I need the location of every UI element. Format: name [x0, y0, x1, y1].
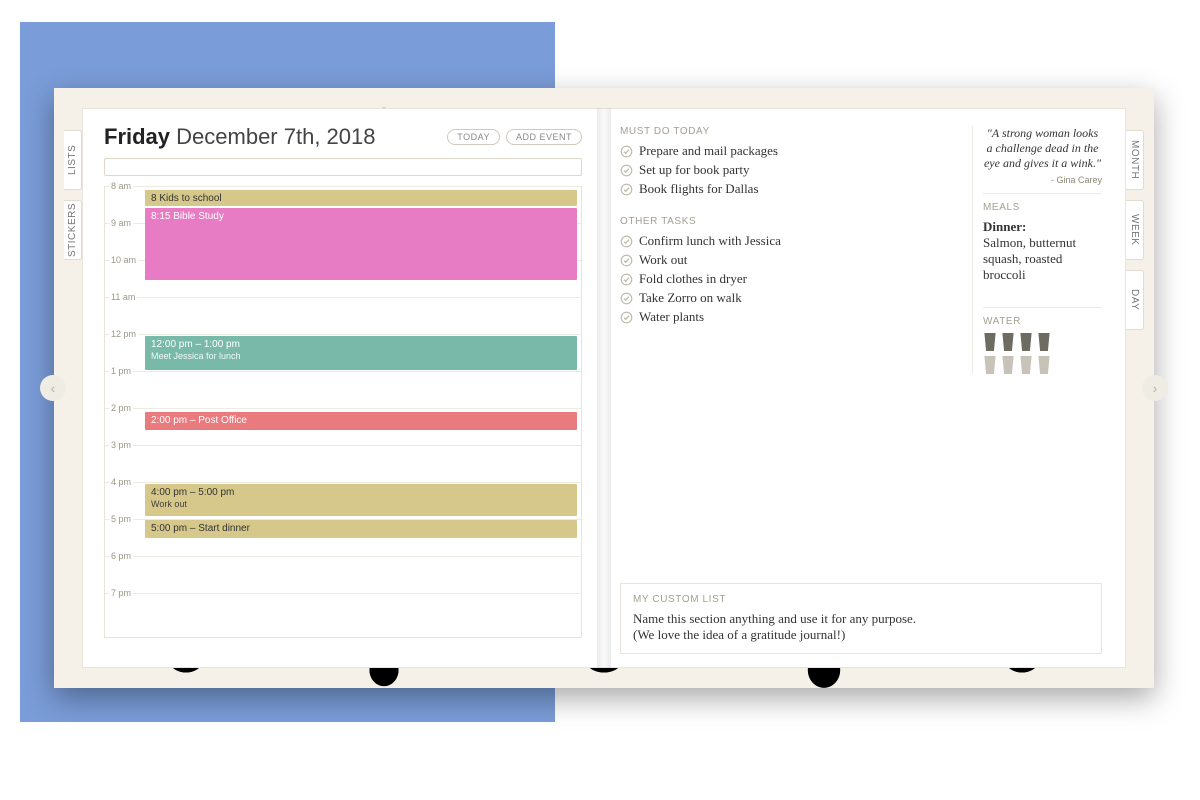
task-item[interactable]: Water plants [620, 309, 958, 325]
tab-week[interactable]: WEEK [1126, 200, 1144, 260]
events-layer: 8 Kids to school 8:15 Bible Study 12:00 pm… [145, 186, 577, 637]
other-tasks-list: Confirm lunch with Jessica Work out Fold c… [620, 233, 958, 325]
task-text: Water plants [639, 309, 704, 325]
water-cup-icon[interactable] [1019, 356, 1033, 374]
day-schedule[interactable]: 8 am9 am10 am11 am12 pm1 pm2 pm3 pm4 pm5… [104, 186, 582, 638]
custom-list-line1: Name this section anything and use it fo… [633, 611, 1089, 627]
other-tasks-title: OTHER TASKS [620, 216, 958, 227]
calendar-event-sub: Work out [151, 499, 571, 510]
custom-list-line2: (We love the idea of a gratitude journal… [633, 627, 1089, 643]
task-text: Fold clothes in dryer [639, 271, 747, 287]
calendar-event[interactable]: 8 Kids to school [145, 190, 577, 206]
check-icon[interactable] [620, 311, 633, 324]
hour-label: 3 pm [109, 440, 133, 450]
meals-text: Salmon, butternut squash, roasted brocco… [983, 235, 1102, 283]
calendar-event[interactable]: 4:00 pm – 5:00 pmWork out [145, 484, 577, 516]
must-do-list: Prepare and mail packages Set up for book… [620, 143, 958, 197]
daily-quote: "A strong woman looks a challenge dead i… [983, 126, 1102, 171]
prev-page-button[interactable]: ‹ [40, 375, 66, 401]
must-do-title: MUST DO TODAY [620, 126, 958, 137]
left-page: Friday December 7th, 2018 TODAY ADD EVEN… [82, 108, 604, 668]
check-icon[interactable] [620, 145, 633, 158]
tab-month[interactable]: MONTH [1126, 130, 1144, 190]
hour-label: 9 am [109, 218, 133, 228]
check-icon[interactable] [620, 183, 633, 196]
task-text: Book flights for Dallas [639, 181, 759, 197]
water-cup-icon[interactable] [1037, 356, 1051, 374]
task-item[interactable]: Take Zorro on walk [620, 290, 958, 306]
right-page: MUST DO TODAY Prepare and mail packages S… [604, 108, 1126, 668]
water-cup-icon[interactable] [1001, 356, 1015, 374]
hour-label: 2 pm [109, 403, 133, 413]
water-cup-icon[interactable] [1001, 333, 1015, 351]
hour-label: 10 am [109, 255, 138, 265]
hour-label: 12 pm [109, 329, 138, 339]
task-item[interactable]: Fold clothes in dryer [620, 271, 958, 287]
hour-label: 1 pm [109, 366, 133, 376]
tab-stickers[interactable]: STICKERS [64, 200, 82, 260]
calendar-event[interactable]: 5:00 pm – Start dinner [145, 520, 577, 538]
check-icon[interactable] [620, 273, 633, 286]
tab-lists[interactable]: LISTS [64, 130, 82, 190]
calendar-event[interactable]: 2:00 pm – Post Office [145, 412, 577, 430]
add-event-button[interactable]: ADD EVENT [506, 129, 582, 145]
task-text: Confirm lunch with Jessica [639, 233, 781, 249]
hour-label: 7 pm [109, 588, 133, 598]
task-item[interactable]: Set up for book party [620, 162, 958, 178]
water-cup-icon[interactable] [983, 333, 997, 351]
hour-label: 5 pm [109, 514, 133, 524]
task-item[interactable]: Confirm lunch with Jessica [620, 233, 958, 249]
tab-day[interactable]: DAY [1126, 270, 1144, 330]
page-day-name: Friday [104, 124, 170, 149]
meals-title: MEALS [983, 202, 1102, 213]
check-icon[interactable] [620, 254, 633, 267]
water-tracker[interactable] [983, 333, 1102, 374]
next-page-button[interactable]: › [1142, 375, 1168, 401]
task-item[interactable]: Prepare and mail packages [620, 143, 958, 159]
meals-label: Dinner: [983, 219, 1102, 235]
task-item[interactable]: Book flights for Dallas [620, 181, 958, 197]
planner-book: ‹ › LISTS STICKERS MONTH WEEK DAY Friday… [54, 88, 1154, 688]
task-text: Work out [639, 252, 687, 268]
calendar-event-sub: Meet Jessica for lunch [151, 351, 571, 362]
hour-label: 4 pm [109, 477, 133, 487]
calendar-event[interactable]: 8:15 Bible Study [145, 208, 577, 280]
quote-citation: - Gina Carey [983, 175, 1102, 185]
search-input[interactable] [104, 158, 582, 176]
calendar-event[interactable]: 12:00 pm – 1:00 pmMeet Jessica for lunch [145, 336, 577, 370]
task-item[interactable]: Work out [620, 252, 958, 268]
check-icon[interactable] [620, 164, 633, 177]
hour-label: 8 am [109, 181, 133, 191]
planner-pages: LISTS STICKERS MONTH WEEK DAY Friday Dec… [82, 108, 1126, 668]
hour-label: 6 pm [109, 551, 133, 561]
water-cup-icon[interactable] [1037, 333, 1051, 351]
page-date-rest: December 7th, 2018 [176, 124, 375, 149]
water-cup-icon[interactable] [1019, 333, 1033, 351]
water-title: WATER [983, 316, 1102, 327]
custom-list-box[interactable]: MY CUSTOM LIST Name this section anythin… [620, 583, 1102, 654]
task-text: Take Zorro on walk [639, 290, 742, 306]
today-button[interactable]: TODAY [447, 129, 500, 145]
task-text: Prepare and mail packages [639, 143, 778, 159]
check-icon[interactable] [620, 292, 633, 305]
check-icon[interactable] [620, 235, 633, 248]
custom-list-title: MY CUSTOM LIST [633, 594, 1089, 605]
task-text: Set up for book party [639, 162, 749, 178]
hour-label: 11 am [109, 292, 137, 302]
page-date: Friday December 7th, 2018 [104, 124, 376, 150]
water-cup-icon[interactable] [983, 356, 997, 374]
